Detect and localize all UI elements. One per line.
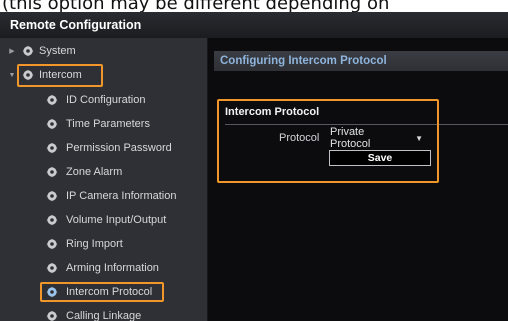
sidebar-item-label: ID Configuration (66, 94, 146, 106)
sidebar-item-permission-password[interactable]: Permission Password (46, 137, 172, 159)
intercom-protocol-highlight-box (40, 282, 164, 302)
sidebar-item-time-parameters[interactable]: Time Parameters (46, 113, 150, 135)
gear-icon (22, 45, 34, 57)
gear-icon (46, 118, 58, 130)
remote-configuration-window: Remote Configuration ▶ System ▼ Intercom (0, 12, 508, 321)
collapsed-arrow-icon[interactable]: ▶ (8, 47, 16, 55)
sidebar-item-system[interactable]: ▶ System (8, 40, 76, 62)
sidebar-item-id-configuration[interactable]: ID Configuration (46, 89, 146, 111)
sidebar-item-label: Calling Linkage (66, 310, 142, 321)
gear-icon (46, 94, 58, 106)
gear-icon (46, 262, 58, 274)
sidebar-item-label: IP Camera Information (66, 190, 177, 202)
sidebar-item-volume-input-output[interactable]: Volume Input/Output (46, 209, 166, 231)
intercom-highlight-box (17, 64, 103, 87)
gear-icon (46, 238, 58, 250)
sidebar-item-label: Arming Information (66, 262, 159, 274)
gear-icon (46, 310, 58, 321)
sidebar-item-label: Zone Alarm (66, 166, 123, 178)
gear-icon (46, 166, 58, 178)
gear-icon (46, 190, 58, 202)
sidebar-tree: ▶ System ▼ Intercom ID Configuration Tim… (0, 38, 208, 321)
content-area: Configuring Intercom Protocol Intercom P… (209, 38, 508, 321)
sidebar-item-ip-camera-information[interactable]: IP Camera Information (46, 185, 176, 207)
protocol-panel-highlight-box (217, 99, 439, 183)
sidebar-item-ring-import[interactable]: Ring Import (46, 233, 123, 255)
section-title: Configuring Intercom Protocol (214, 51, 508, 71)
gear-icon (46, 214, 58, 226)
sidebar-item-label: Ring Import (66, 238, 123, 250)
expanded-arrow-icon[interactable]: ▼ (8, 72, 16, 79)
sidebar-item-arming-information[interactable]: Arming Information (46, 257, 159, 279)
sidebar-item-label: Permission Password (66, 142, 172, 154)
sidebar-item-calling-linkage[interactable]: Calling Linkage (46, 305, 141, 321)
gear-icon (46, 142, 58, 154)
window-title: Remote Configuration (0, 12, 508, 38)
sidebar-item-label: Volume Input/Output (66, 214, 167, 226)
sidebar-item-label: System (39, 45, 76, 57)
sidebar-item-label: Time Parameters (66, 118, 150, 130)
sidebar-item-zone-alarm[interactable]: Zone Alarm (46, 161, 122, 183)
